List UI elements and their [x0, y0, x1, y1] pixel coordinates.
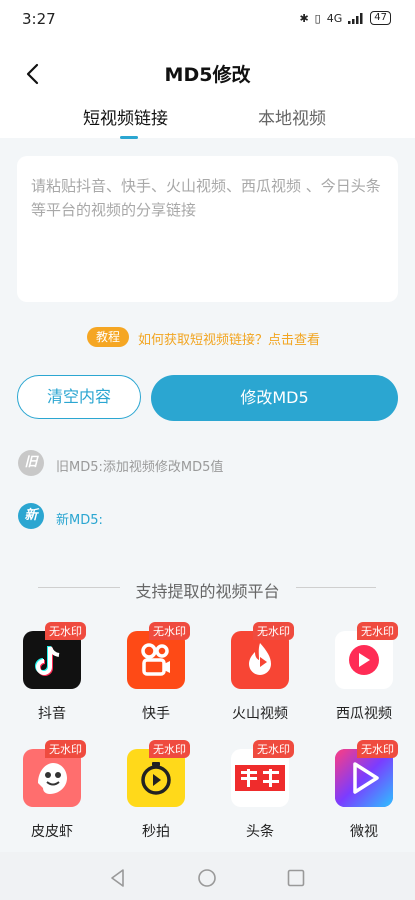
page-title: MD5修改 [164, 64, 251, 86]
tab-local-video[interactable]: 本地视频 [258, 104, 326, 129]
header: MD5修改 短视频链接 本地视频 [0, 40, 415, 139]
status-icons: ✱ ▯ 4G 47 [299, 11, 391, 25]
no-watermark-badge: 无水印 [149, 740, 190, 758]
new-md5-icon: 新 [18, 503, 44, 529]
tutorial-badge: 教程 [87, 327, 129, 347]
network-label: 4G [326, 11, 343, 25]
platform-toutiao[interactable]: 无水印 头条 [208, 740, 312, 859]
platform-xigua[interactable]: 无水印 西瓜视频 [312, 622, 415, 741]
platform-name: 抖音 [38, 706, 66, 722]
no-watermark-badge: 无水印 [253, 740, 294, 758]
divider-right [296, 587, 376, 588]
no-watermark-badge: 无水印 [253, 622, 294, 640]
platform-name: 秒拍 [142, 824, 170, 840]
platform-name: 西瓜视频 [336, 706, 392, 722]
platform-pipixia[interactable]: 无水印 皮皮虾 [0, 740, 104, 859]
nav-back-icon[interactable] [108, 868, 128, 888]
platform-weishi[interactable]: 无水印 微视 [312, 740, 415, 859]
bluetooth-icon: ✱ [299, 11, 309, 25]
platform-name: 火山视频 [232, 706, 288, 722]
no-watermark-badge: 无水印 [357, 740, 398, 758]
battery-icon: 47 [370, 11, 391, 25]
platform-name: 皮皮虾 [31, 824, 73, 840]
no-watermark-badge: 无水印 [357, 622, 398, 640]
clear-content-button[interactable]: 清空内容 [17, 375, 141, 419]
old-md5-text: 旧MD5:添加视频修改MD5值 [56, 460, 224, 475]
platform-miaopai[interactable]: 无水印 秒拍 [104, 740, 208, 859]
modify-md5-button[interactable]: 修改MD5 [151, 375, 398, 421]
tab-indicator [120, 136, 138, 139]
platform-name: 头条 [246, 824, 274, 840]
tutorial-link[interactable]: 如何获取短视频链接？点击查看 [138, 329, 320, 348]
link-input[interactable] [17, 156, 398, 302]
status-bar: 3:27 ✱ ▯ 4G 47 [0, 0, 415, 40]
no-watermark-badge: 无水印 [149, 622, 190, 640]
no-watermark-badge: 无水印 [45, 740, 86, 758]
no-watermark-badge: 无水印 [45, 622, 86, 640]
nav-recents-icon[interactable] [286, 868, 306, 888]
system-nav-bar [0, 852, 415, 900]
platform-name: 微视 [350, 824, 378, 840]
platform-kuaishou[interactable]: 无水印 快手 [104, 622, 208, 741]
tab-short-video-link[interactable]: 短视频链接 [83, 104, 168, 129]
status-time: 3:27 [22, 10, 56, 28]
nav-home-icon[interactable] [197, 868, 217, 888]
platform-name: 快手 [142, 706, 170, 722]
old-md5-icon: 旧 [18, 450, 44, 476]
platform-huoshan[interactable]: 无水印 火山视频 [208, 622, 312, 741]
platform-douyin[interactable]: 无水印 抖音 [0, 622, 104, 741]
link-input-box [17, 156, 398, 302]
vibrate-icon: ▯ [314, 11, 321, 25]
signal-icon [348, 12, 363, 24]
platforms-title: 支持提取的视频平台 [135, 582, 280, 601]
new-md5-text: 新MD5: [56, 513, 103, 528]
